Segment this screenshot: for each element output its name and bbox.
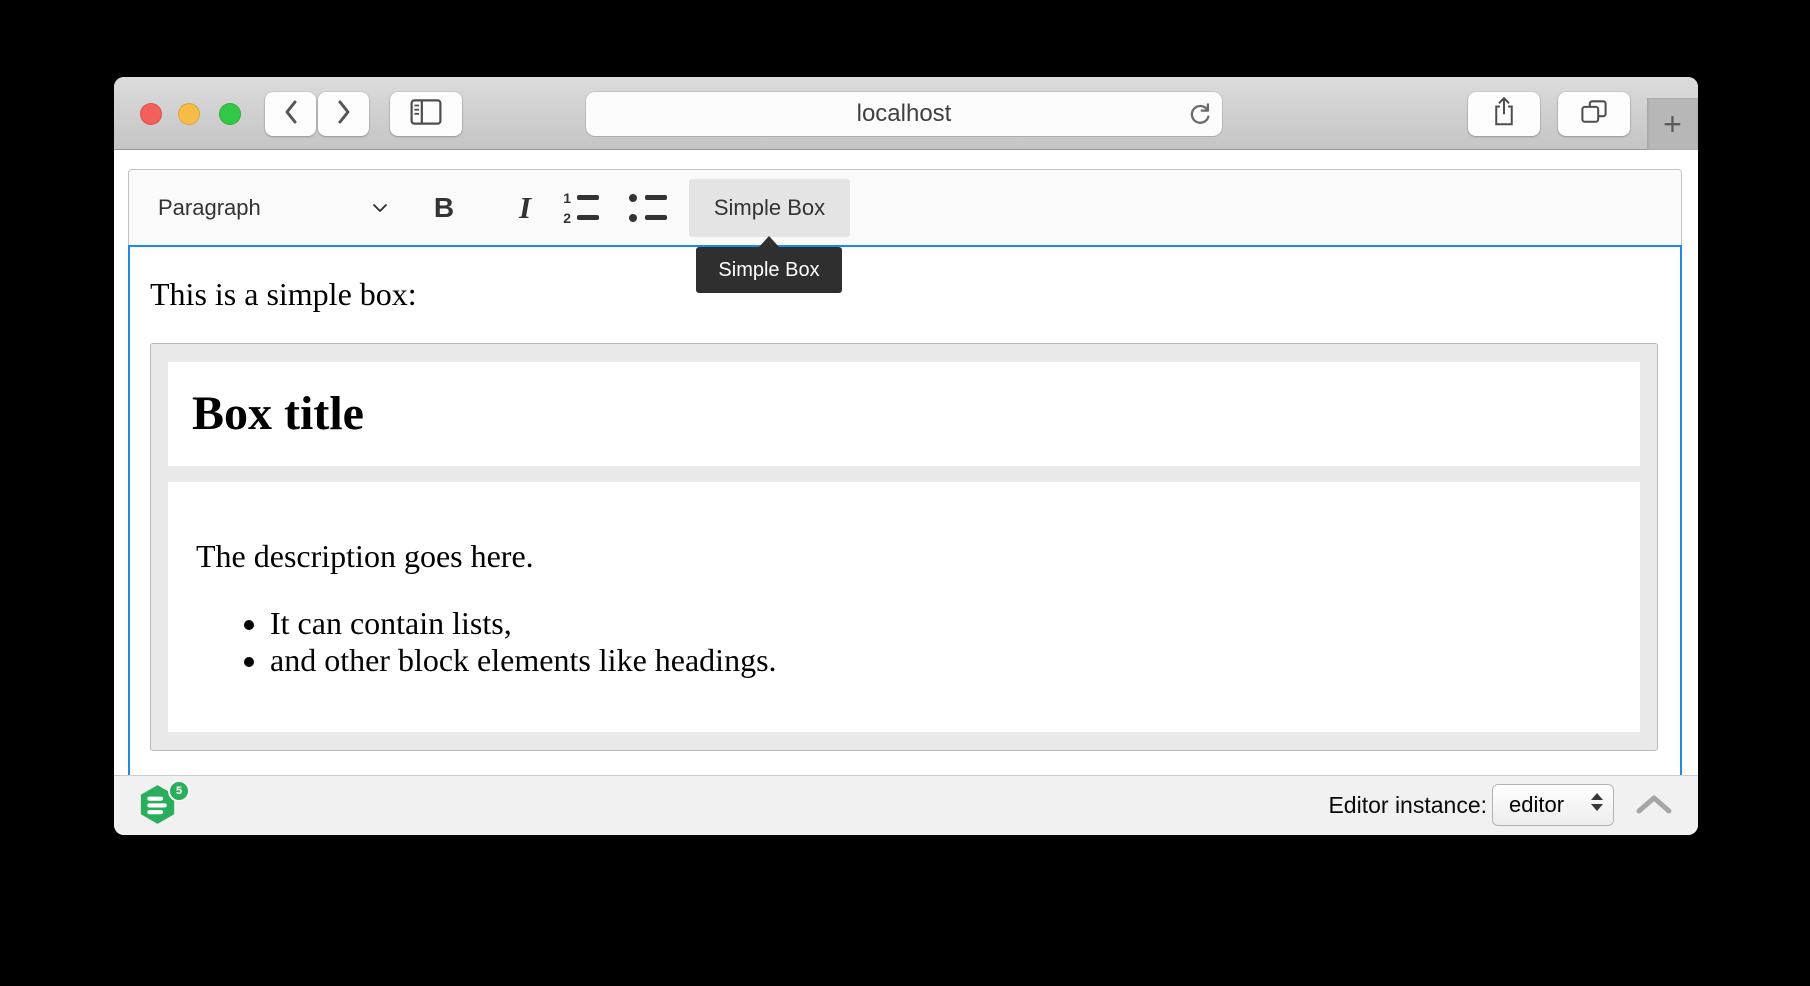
chevron-up-icon	[1635, 793, 1673, 820]
address-bar[interactable]: localhost	[586, 92, 1222, 136]
tooltip-text: Simple Box	[718, 259, 819, 282]
simple-box-button-label: Simple Box	[714, 195, 825, 221]
box-description-section[interactable]: The description goes here. It can contai…	[168, 482, 1640, 732]
editor-instance-select[interactable]: editor	[1493, 785, 1613, 825]
ckeditor-toolbar: Paragraph B I 1 2	[128, 169, 1682, 245]
inspector-expand-button[interactable]	[1626, 784, 1682, 828]
forward-button[interactable]	[318, 92, 369, 136]
box-description-text[interactable]: The description goes here.	[196, 482, 1612, 575]
bullet-list: It can contain lists, and other block el…	[196, 605, 1612, 679]
editor-instance-label: Editor instance:	[1328, 776, 1487, 835]
bulleted-list-button[interactable]	[629, 170, 667, 245]
list-item[interactable]: and other block elements like headings.	[270, 642, 1612, 679]
select-arrows-icon	[1591, 793, 1603, 811]
sidebar-toggle-button[interactable]	[390, 92, 462, 136]
desktop-background: localhost	[0, 0, 1810, 986]
close-button[interactable]	[140, 103, 162, 125]
chevron-down-icon	[372, 170, 388, 245]
plus-icon: +	[1663, 106, 1682, 143]
minimize-button[interactable]	[178, 103, 200, 125]
reload-button[interactable]	[1187, 101, 1213, 127]
list-item[interactable]: It can contain lists,	[270, 605, 1612, 642]
simple-box-widget[interactable]: Box title The description goes here. It …	[150, 343, 1658, 751]
share-icon	[1492, 96, 1516, 132]
italic-button[interactable]: I	[511, 170, 539, 245]
box-title-section[interactable]: Box title	[168, 362, 1640, 466]
simple-box-button[interactable]: Simple Box	[689, 179, 850, 237]
inspector-bar: 5 Editor instance: editor	[114, 775, 1698, 835]
italic-icon: I	[519, 190, 531, 226]
bulleted-list-icon	[629, 191, 667, 224]
heading-dropdown-label: Paragraph	[158, 195, 261, 221]
chevron-left-icon	[282, 99, 300, 130]
url-text: localhost	[857, 100, 952, 128]
browser-title-bar: localhost	[114, 77, 1698, 150]
nav-button-group	[265, 92, 369, 136]
tabs-icon	[1580, 99, 1608, 130]
simple-box-tooltip: Simple Box	[696, 247, 842, 293]
numbered-list-button[interactable]: 1 2	[561, 170, 599, 245]
bold-icon: B	[434, 192, 454, 224]
zoom-button[interactable]	[219, 103, 241, 125]
share-button[interactable]	[1468, 92, 1540, 136]
heading-dropdown[interactable]: Paragraph	[158, 170, 261, 245]
selected-instance-text: editor	[1509, 792, 1564, 818]
logo-version-badge: 5	[168, 780, 190, 802]
bold-button[interactable]: B	[428, 170, 460, 245]
sidebar-icon	[410, 99, 442, 130]
safari-window: localhost	[114, 77, 1698, 835]
tab-overview-button[interactable]	[1558, 92, 1630, 136]
editor-editable-area[interactable]: This is a simple box: Box title The desc…	[128, 245, 1682, 775]
box-title-text[interactable]: Box title	[168, 362, 1640, 466]
chevron-right-icon	[335, 99, 353, 130]
back-button[interactable]	[265, 92, 316, 136]
intro-paragraph[interactable]: This is a simple box:	[150, 276, 1660, 313]
new-tab-button[interactable]: +	[1647, 98, 1698, 150]
reload-icon	[1187, 101, 1213, 127]
badge-text: 5	[176, 785, 182, 797]
tooltip-caret	[759, 236, 779, 247]
numbered-list-icon: 1 2	[561, 191, 599, 224]
